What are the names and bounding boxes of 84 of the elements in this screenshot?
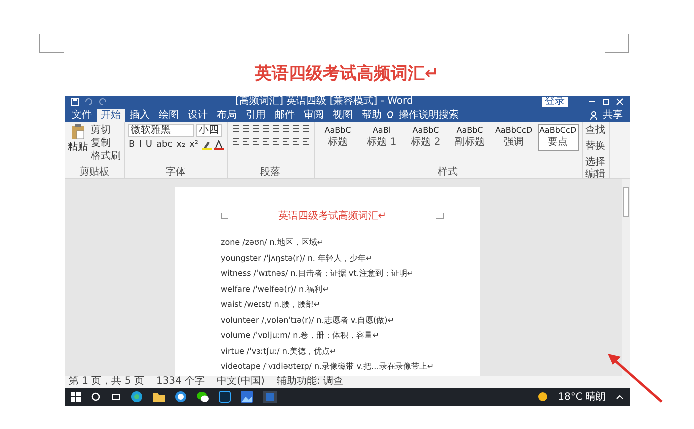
corner-mark-icon: [39, 34, 65, 54]
style-preset[interactable]: AaBbC 标题: [318, 124, 358, 151]
font-size-field[interactable]: 小四: [196, 124, 222, 137]
style-preset[interactable]: AaBbCcD 强调: [494, 124, 534, 151]
vocabulary-line: volunteer /ˌvɒlənˈtɪə(r)/ n.志愿者 v.自愿(做)↵: [221, 314, 396, 326]
document-title: 英语四级考试高频词汇↵: [254, 63, 440, 86]
maximize-icon[interactable]: [602, 98, 610, 106]
undo-icon[interactable]: [85, 98, 93, 106]
highlighter-icon[interactable]: [202, 140, 212, 150]
group-label: 样式: [437, 167, 459, 178]
font-name-field[interactable]: 微软雅黑: [128, 124, 194, 137]
group-label: 字体: [164, 167, 187, 178]
folder-icon[interactable]: [153, 391, 165, 403]
corner-mark-icon: [604, 34, 630, 54]
style-preset[interactable]: AaBbCcD 要点: [538, 124, 578, 151]
paste-button[interactable]: 粘贴: [68, 124, 88, 154]
ribbon-tab[interactable]: 审阅: [300, 108, 328, 122]
image-app-icon[interactable]: [241, 391, 253, 403]
scrollbar[interactable]: [622, 179, 630, 376]
language-indicator: 中文(中国): [217, 376, 265, 388]
style-preset[interactable]: AaBbC 标题 2: [406, 124, 446, 151]
group-label: 编辑: [586, 169, 606, 180]
accessibility-status: 辅助功能: 调查: [276, 376, 344, 388]
vocabulary-line: waist /weɪst/ n.腰，腰部↵: [221, 299, 322, 311]
clipboard-command[interactable]: 复制: [91, 137, 121, 150]
window-title: [高频词汇] 英语四级 [兼容模式] - Word: [234, 96, 414, 108]
format-button[interactable]: I: [138, 140, 143, 150]
close-icon[interactable]: [616, 98, 624, 106]
ribbon-tab[interactable]: 邮件: [271, 108, 299, 122]
search-hint[interactable]: 操作说明搜索: [395, 108, 463, 122]
clipboard-command[interactable]: 格式刷: [91, 150, 121, 163]
vocabulary-line: videotape /ˈvɪdiəʊteɪp/ n.录像磁带 v.把…录在录像带上↵: [221, 361, 436, 373]
person-icon: [590, 110, 598, 120]
vocabulary-line: welfare /ˈwelfeə(r)/ n.福利↵: [221, 284, 330, 296]
app-icon[interactable]: [175, 391, 187, 403]
group-label: 段落: [260, 167, 282, 178]
ribbon-tab[interactable]: 布局: [213, 108, 241, 122]
vocabulary-line: volume /ˈvɒljuːm/ n.卷，册；体积，容量↵: [221, 330, 380, 342]
ribbon-tab[interactable]: 引用: [242, 108, 270, 122]
corner-mark-icon: [436, 213, 444, 219]
vocabulary-line: witness /ˈwɪtnəs/ n.目击者；证据 vt.注意到；证明↵: [221, 268, 415, 280]
save-icon[interactable]: [71, 98, 79, 106]
style-preset[interactable]: AaBl 标题 1: [362, 124, 402, 151]
list-format-icons-drawing[interactable]: [230, 124, 310, 134]
vocabulary-line: zone /zəʊn/ n.地区，区域↵: [221, 237, 326, 249]
alignment-icons-drawing[interactable]: [230, 137, 310, 147]
format-button[interactable]: B: [128, 140, 136, 150]
app-icon[interactable]: [219, 391, 231, 403]
page-count: 第 1 页，共 5 页: [69, 376, 144, 388]
editing-command[interactable]: 查找: [586, 124, 606, 137]
group-label: 剪贴板: [78, 167, 110, 178]
chat-icon[interactable]: [197, 391, 209, 403]
format-button[interactable]: x₂: [176, 140, 187, 150]
annotation-arrow: [606, 352, 664, 404]
format-button[interactable]: x²: [188, 140, 200, 150]
redo-icon[interactable]: [99, 98, 107, 106]
sun-icon: [538, 392, 548, 402]
ribbon-tab[interactable]: 文件: [68, 108, 96, 122]
editing-command[interactable]: 选择: [586, 156, 606, 169]
ribbon-tab[interactable]: 视图: [329, 108, 357, 122]
editing-command[interactable]: 替换: [586, 140, 606, 153]
format-button[interactable]: U: [144, 140, 154, 150]
format-button[interactable]: abc: [155, 140, 174, 150]
ribbon-tab[interactable]: 设计: [184, 108, 212, 122]
weather-text: 18°C 晴朗: [558, 390, 606, 404]
font-color-icon[interactable]: [214, 140, 224, 150]
style-preset[interactable]: AaBbC 副标题: [450, 124, 490, 151]
search-icon[interactable]: [91, 392, 101, 402]
vocabulary-line: youngster /ˈjʌŋstə(r)/ n. 年轻人，少年↵: [221, 252, 374, 265]
page-heading: 英语四级考试高频词汇↵: [278, 210, 387, 223]
share-button[interactable]: 共享: [599, 108, 627, 122]
chevron-up-icon[interactable]: [616, 394, 624, 400]
word-count: 1334 个字: [156, 376, 206, 388]
ribbon-tab[interactable]: 开始: [97, 108, 125, 122]
ribbon-tab[interactable]: 帮助: [358, 108, 386, 122]
lightbulb-icon: [387, 110, 394, 120]
browser-icon[interactable]: [131, 391, 143, 403]
vocabulary-line: virtue /ˈvɜːtʃuː/ n.美德，优点↵: [221, 346, 338, 358]
clipboard-command[interactable]: 剪切: [91, 124, 121, 137]
task-view-icon[interactable]: [111, 392, 121, 402]
ribbon-tab[interactable]: 绘图: [155, 108, 183, 122]
windows-logo-icon[interactable]: [71, 392, 81, 402]
corner-mark-icon: [221, 213, 229, 219]
ribbon-tab[interactable]: 插入: [126, 108, 154, 122]
